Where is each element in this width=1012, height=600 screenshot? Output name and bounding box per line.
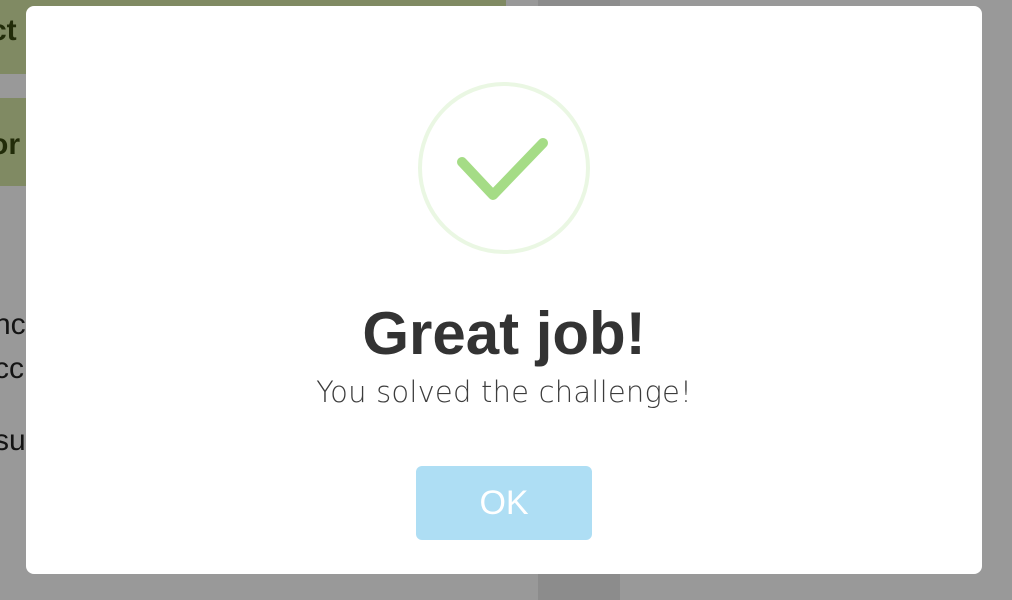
ok-button[interactable]: OK <box>416 466 592 540</box>
success-dialog: Great job! You solved the challenge! OK <box>26 6 982 574</box>
dialog-message: You solved the challenge! <box>316 375 692 409</box>
dialog-title: Great job! <box>362 300 646 367</box>
check-icon <box>416 80 592 256</box>
